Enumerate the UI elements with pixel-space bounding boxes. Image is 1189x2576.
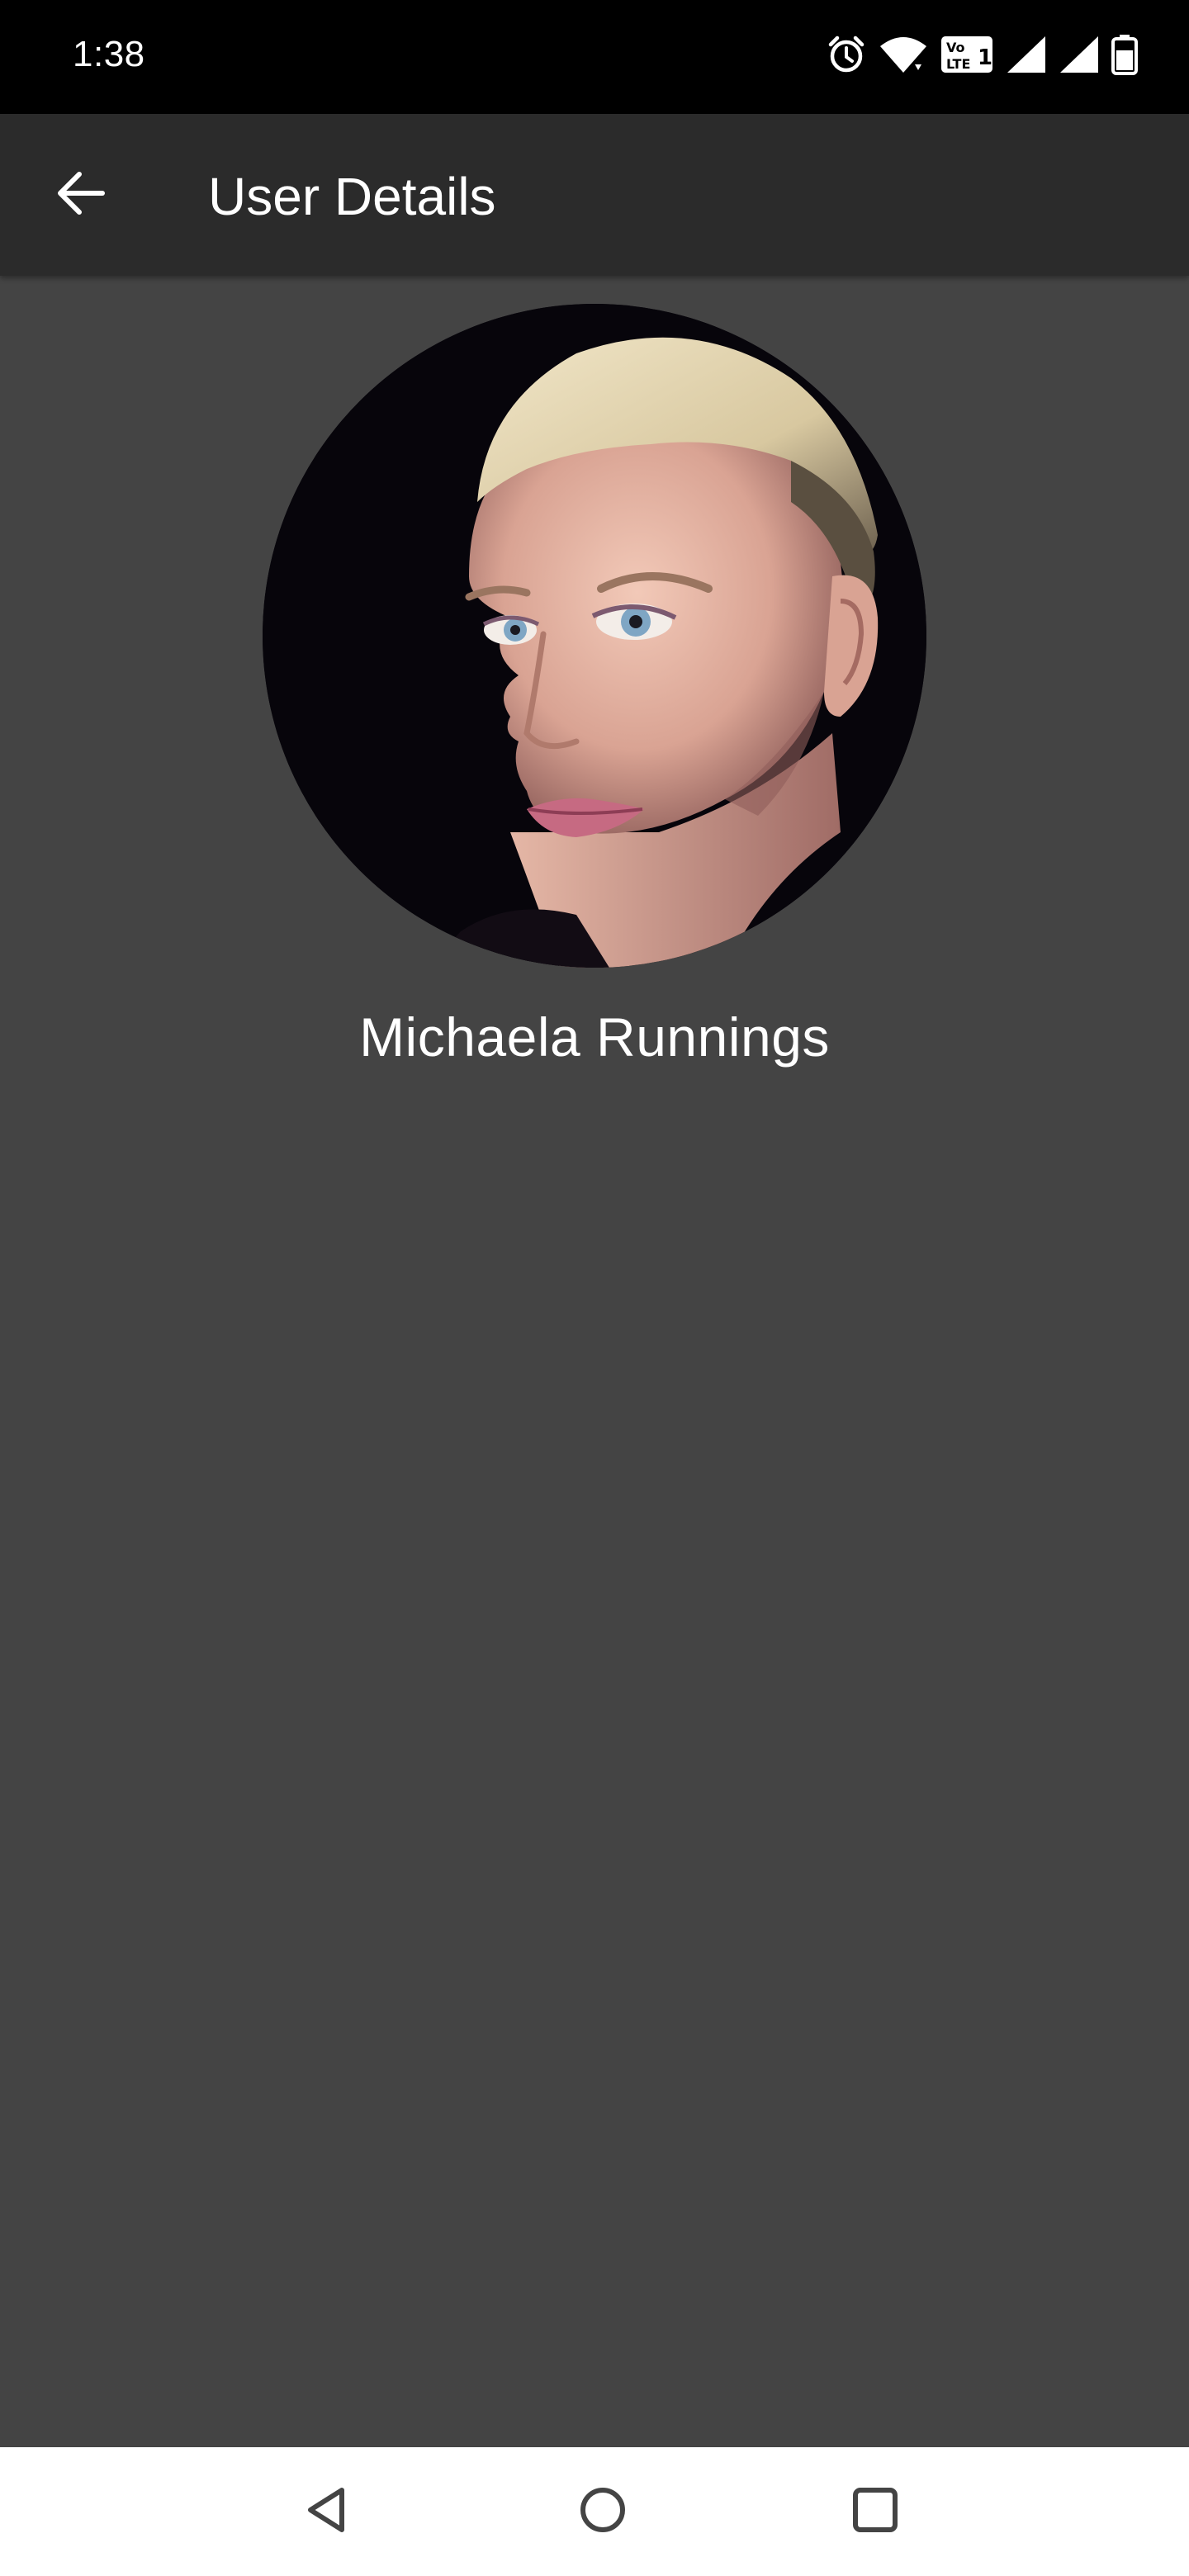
profile-content: Michaela Runnings (0, 276, 1189, 2447)
nav-recents-button[interactable] (834, 2470, 917, 2553)
status-bar: 1:38 Vo LTE 1 (0, 0, 1189, 114)
nav-recents-icon (850, 2485, 900, 2539)
svg-text:1: 1 (978, 45, 992, 70)
user-details-screen: 1:38 Vo LTE 1 User Details Michaela Runn… (0, 0, 1189, 2576)
status-time: 1:38 (73, 34, 145, 74)
nav-home-icon (578, 2485, 628, 2539)
volte-label: LTE (946, 56, 970, 72)
page-title: User Details (208, 167, 496, 226)
volte-icon: Vo LTE 1 (940, 35, 994, 74)
status-icons: Vo LTE 1 (826, 30, 1138, 79)
nav-home-button[interactable] (561, 2470, 644, 2553)
alarm-icon (826, 34, 867, 75)
arrow-back-icon (54, 167, 107, 224)
app-bar: User Details (0, 114, 1189, 276)
signal-icon (1006, 35, 1047, 74)
system-nav-bar (0, 2447, 1189, 2576)
signal-icon (1059, 35, 1100, 74)
back-button[interactable] (41, 155, 121, 234)
battery-icon (1111, 34, 1138, 75)
nav-back-button[interactable] (286, 2470, 368, 2553)
wifi-icon (879, 35, 928, 74)
svg-text:Vo: Vo (946, 40, 965, 55)
user-name: Michaela Runnings (359, 1006, 830, 1068)
avatar (263, 304, 926, 968)
nav-back-icon (302, 2485, 352, 2539)
